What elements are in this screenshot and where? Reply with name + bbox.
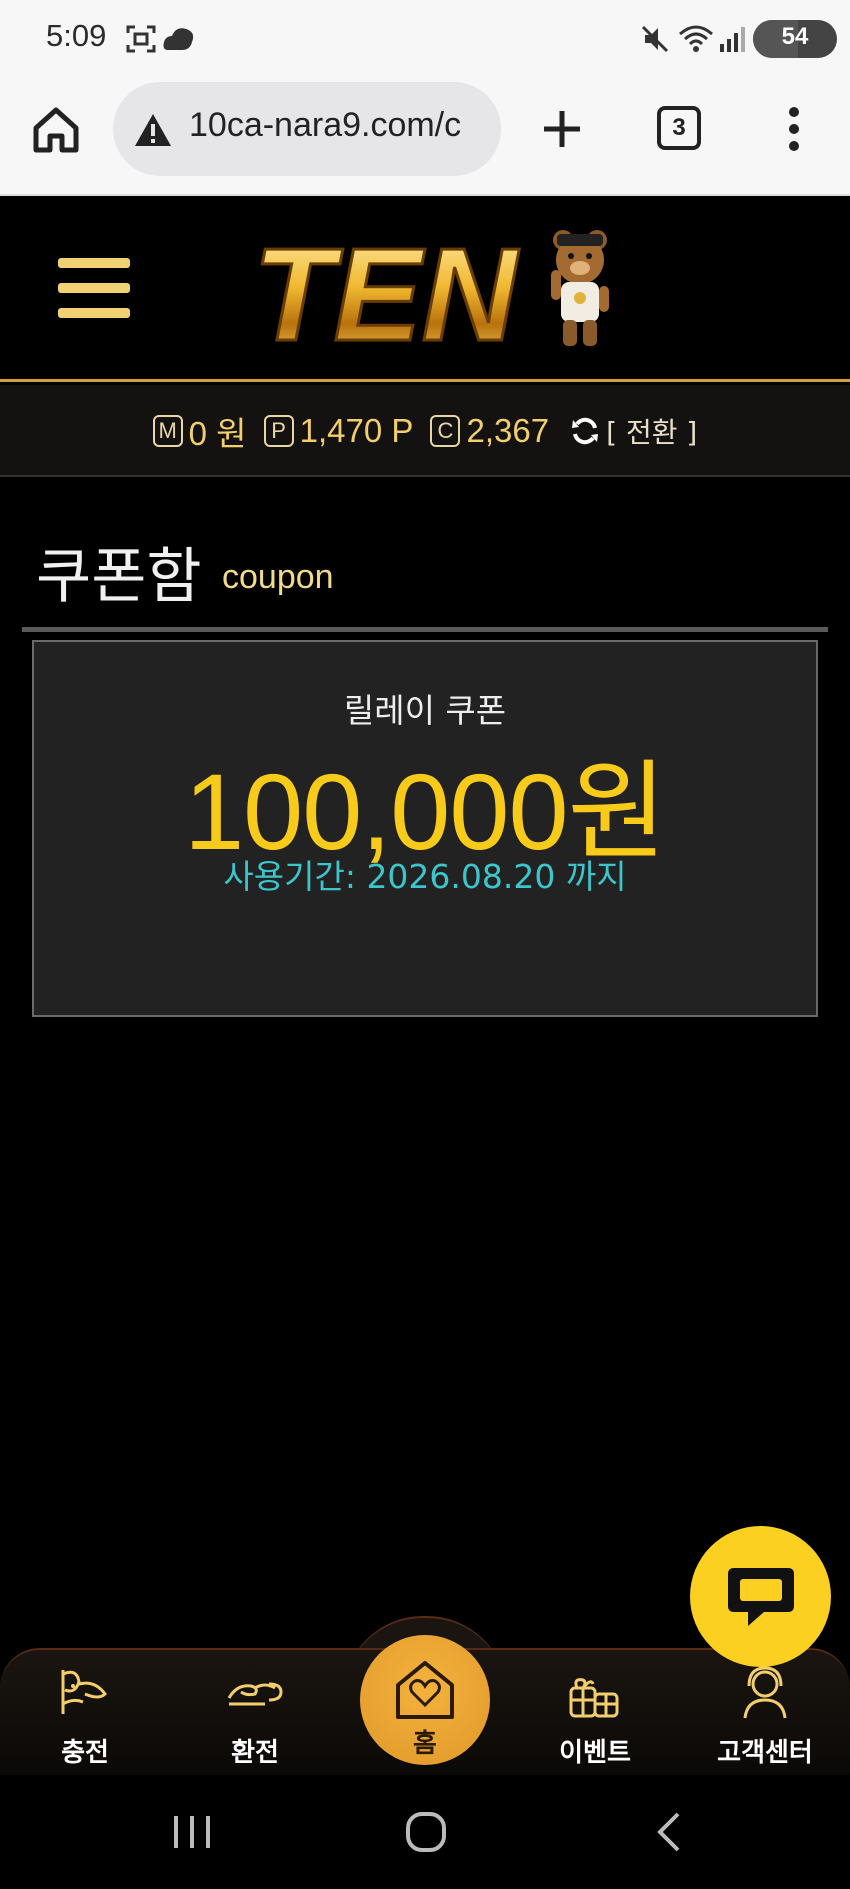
casino-value: 2,367: [466, 412, 550, 449]
withdraw-icon: [227, 1682, 283, 1706]
hamburger-icon[interactable]: [58, 258, 130, 320]
site-header: TEN: [0, 198, 850, 382]
tabs-button[interactable]: 3: [657, 106, 701, 150]
nav-withdraw[interactable]: 환전: [185, 1664, 325, 1774]
home-circle-icon[interactable]: [404, 1810, 448, 1854]
browser-toolbar: 10ca-nara9.com/c 3: [0, 78, 850, 196]
svg-text:TEN: TEN: [253, 221, 520, 358]
point-balance: P 1,470 P: [263, 412, 414, 450]
balance-bar: M0 원 P 1,470 P C 2,367 [ 전환 ]: [0, 385, 850, 477]
refresh-icon[interactable]: [570, 416, 600, 446]
coupon-card[interactable]: 릴레이 쿠폰 100,000원 사용기간: 2026.08.20 까지: [32, 640, 818, 1017]
gift-icon: [569, 1678, 619, 1718]
nav-event-label: 이벤트: [559, 1738, 631, 1768]
url-text: 10ca-nara9.com/c: [189, 106, 462, 144]
nav-event[interactable]: 이벤트: [525, 1664, 665, 1774]
deposit-icon: [61, 1670, 107, 1714]
money-value: 0 원: [188, 415, 247, 452]
title-divider: [22, 627, 828, 632]
nav-home-label: 홈: [413, 1729, 437, 1759]
home-heart-icon: [396, 1661, 454, 1719]
system-nav-bar: [0, 1776, 850, 1889]
battery-level: 54: [781, 23, 809, 50]
status-time: 5:09: [46, 18, 107, 53]
wifi-icon: [679, 25, 713, 52]
nav-home[interactable]: 홈: [360, 1635, 490, 1765]
money-badge-icon: M: [152, 415, 183, 447]
nav-deposit-label: 충전: [61, 1738, 109, 1768]
page-subtitle: coupon: [222, 558, 334, 596]
plus-icon[interactable]: [538, 105, 586, 153]
more-vert-icon[interactable]: [784, 106, 804, 152]
point-value: 1,470 P: [299, 412, 414, 449]
convert-button[interactable]: [ 전환 ]: [566, 411, 697, 451]
chat-button[interactable]: [690, 1526, 831, 1667]
casino-badge-icon: C: [430, 415, 461, 447]
cloud-icon: [163, 28, 194, 50]
casino-balance: C 2,367: [430, 412, 549, 450]
coupon-period: 사용기간: 2026.08.20 까지: [223, 857, 627, 896]
warning-icon[interactable]: [133, 112, 173, 148]
money-balance: M0 원: [152, 407, 247, 455]
home-icon[interactable]: [30, 104, 82, 156]
nav-withdraw-label: 환전: [231, 1738, 279, 1768]
support-icon: [743, 1666, 787, 1719]
nav-support-label: 고객센터: [717, 1738, 813, 1768]
logo[interactable]: TEN: [245, 220, 615, 358]
mute-icon: [641, 25, 669, 53]
nav-deposit[interactable]: 충전: [15, 1664, 155, 1774]
battery-icon: 54: [753, 20, 837, 58]
address-bar[interactable]: 10ca-nara9.com/c: [113, 82, 501, 176]
convert-label[interactable]: [ 전환 ]: [606, 411, 697, 451]
status-bar: 5:09 54: [0, 0, 850, 78]
point-badge-icon: P: [263, 415, 294, 447]
recent-apps-icon[interactable]: [170, 1810, 214, 1854]
bear-mascot: [551, 230, 609, 346]
nav-support[interactable]: 고객센터: [695, 1664, 835, 1774]
page-title: 쿠폰함: [36, 542, 202, 612]
screenshot-icon: [126, 25, 156, 53]
chat-icon: [728, 1568, 794, 1626]
back-icon[interactable]: [648, 1810, 692, 1854]
signal-icon: [720, 27, 745, 52]
